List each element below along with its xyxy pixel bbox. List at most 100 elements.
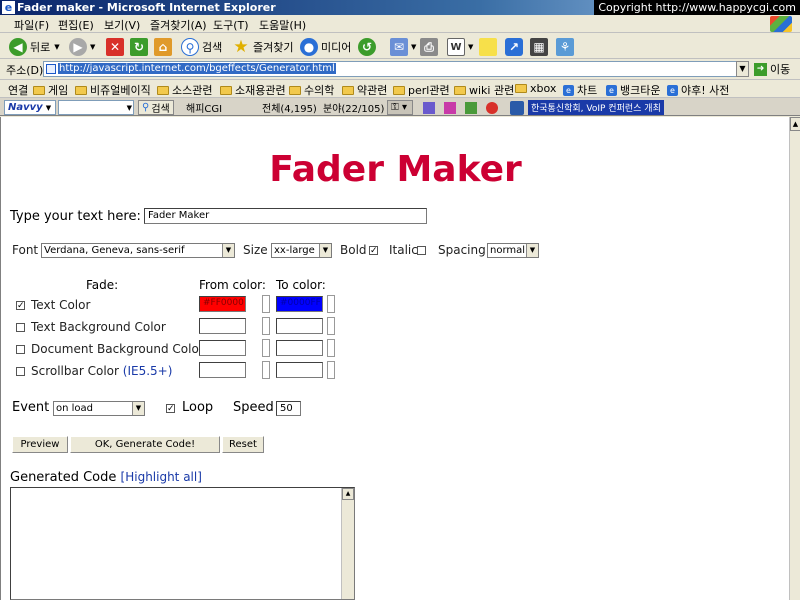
scroll-up-icon[interactable]: ▲ <box>342 488 354 500</box>
search-button[interactable]: ⚲ 검색 <box>181 37 222 56</box>
link-folder[interactable]: 수의학 <box>289 82 334 98</box>
go-button[interactable]: ➜ 이동 <box>754 61 790 77</box>
size-select[interactable]: xx-large ▼ <box>271 243 332 258</box>
text-input[interactable]: Fader Maker <box>144 208 427 224</box>
highlight-all-link[interactable]: [Highlight all] <box>121 470 202 484</box>
mail-icon[interactable] <box>444 102 456 114</box>
from-color-input[interactable] <box>199 318 246 334</box>
folder-icon <box>33 85 45 95</box>
address-input[interactable]: http://javascript.internet.com/bgeffects… <box>43 61 748 77</box>
doc-bg-color-checkbox[interactable] <box>16 345 25 354</box>
textarea-scrollbar[interactable]: ▲ <box>341 488 354 599</box>
generated-code-textarea[interactable]: ▲ <box>10 487 355 600</box>
from-color-input[interactable] <box>199 362 246 378</box>
ie-page-icon: e <box>606 84 617 96</box>
back-button[interactable]: ◀ 뒤로 ▼ <box>9 37 60 56</box>
speed-label: Speed <box>233 400 274 415</box>
navvy-ticker[interactable]: 한국통신학회, VoIP 컨퍼런스 개최 <box>528 100 664 115</box>
scrollbar-color-checkbox[interactable] <box>16 367 25 376</box>
navvy-search-input[interactable]: ▼ <box>58 100 134 115</box>
page-scrollbar[interactable]: ▲ <box>789 117 800 600</box>
menu-tools[interactable]: 도구(T) <box>213 17 249 33</box>
forward-button[interactable]: ▶ ▼ <box>69 37 95 56</box>
to-color-input[interactable] <box>276 362 323 378</box>
favorites-button[interactable]: ★ 즐겨찾기 <box>232 37 293 56</box>
to-color-picker[interactable] <box>327 339 335 357</box>
menu-help[interactable]: 도움말(H) <box>259 17 306 33</box>
text-color-checkbox[interactable]: ✓ <box>16 301 25 311</box>
key-icon[interactable]: ⚿ ▾ <box>387 100 413 115</box>
from-color-picker[interactable] <box>262 295 270 313</box>
address-dropdown-icon[interactable]: ▼ <box>736 61 749 77</box>
navvy-category[interactable]: 분야(22/105) <box>323 100 384 115</box>
chevron-down-icon: ▼ <box>319 244 331 257</box>
preview-button[interactable]: Preview <box>12 436 68 453</box>
event-label: Event <box>12 400 50 415</box>
from-color-input[interactable]: #FF0000 <box>199 296 246 312</box>
link-page[interactable]: e 뱅크타운 <box>606 82 660 98</box>
font-label: Font <box>12 243 39 257</box>
mail-button[interactable]: ✉ ▼ <box>390 37 416 56</box>
reset-button[interactable]: Reset <box>222 436 264 453</box>
print-button[interactable]: ⎙ <box>420 37 441 56</box>
link-folder[interactable]: perl관련 <box>393 82 450 98</box>
link-folder[interactable]: 게임 <box>33 82 68 98</box>
search-icon: ⚲ <box>142 102 150 113</box>
stop-button[interactable]: ✕ <box>106 37 127 56</box>
from-color-input[interactable] <box>199 340 246 356</box>
navvy-site[interactable]: 해피CGI <box>186 100 222 115</box>
to-color-picker[interactable] <box>327 317 335 335</box>
spacing-select[interactable]: normal ▼ <box>487 243 539 258</box>
link-folder[interactable]: xbox <box>515 82 556 95</box>
note-button[interactable] <box>479 37 500 56</box>
bookmark-icon[interactable] <box>423 102 435 114</box>
font-select[interactable]: Verdana, Geneva, sans-serif ▼ <box>41 243 235 258</box>
media-button[interactable]: ● 미디어 <box>300 37 351 56</box>
to-color-input[interactable] <box>276 340 323 356</box>
to-color-input[interactable]: #0000FF <box>276 296 323 312</box>
to-color-input[interactable] <box>276 318 323 334</box>
menu-file[interactable]: 파일(F) <box>14 17 49 33</box>
text-bg-color-checkbox[interactable] <box>16 323 25 332</box>
italic-checkbox[interactable] <box>417 246 426 255</box>
to-color-picker[interactable] <box>327 295 335 313</box>
scroll-up-icon[interactable]: ▲ <box>790 117 800 131</box>
loop-checkbox[interactable]: ✓ <box>166 404 175 414</box>
network-button[interactable]: ⚘ <box>556 37 577 56</box>
media-label: 미디어 <box>321 40 352 54</box>
menu-edit[interactable]: 편집(E) <box>58 17 94 33</box>
stop-icon[interactable] <box>486 102 498 114</box>
link-page[interactable]: e 차트 <box>563 82 597 98</box>
from-color-picker[interactable] <box>262 317 270 335</box>
user-icon[interactable] <box>510 101 524 115</box>
navvy-total[interactable]: 전체(4,195) <box>262 100 317 115</box>
messenger-button[interactable]: ↗ <box>505 37 526 56</box>
menu-favorites[interactable]: 즐겨찾기(A) <box>150 17 207 33</box>
folder-icon <box>393 85 405 95</box>
link-folder[interactable]: 비쥬얼베이직 <box>75 82 151 98</box>
from-color-picker[interactable] <box>262 339 270 357</box>
italic-label: Italic <box>389 243 418 257</box>
chart-button[interactable]: ▦ <box>530 37 551 56</box>
navvy-search-button[interactable]: ⚲ 검색 <box>138 100 174 115</box>
link-folder[interactable]: 소재용관련 <box>220 82 286 98</box>
link-folder[interactable]: wiki 관련 <box>454 82 514 98</box>
link-page[interactable]: e 야후! 사전 <box>667 82 729 98</box>
edit-button[interactable]: W ▼ <box>447 37 473 56</box>
generate-code-button[interactable]: OK, Generate Code! <box>70 436 220 453</box>
menu-view[interactable]: 보기(V) <box>104 17 140 33</box>
to-color-picker[interactable] <box>327 361 335 379</box>
speed-input[interactable]: 50 <box>276 401 301 416</box>
link-folder[interactable]: 약관련 <box>342 82 387 98</box>
tools-icon[interactable] <box>465 102 477 114</box>
home-icon: ⌂ <box>154 37 172 56</box>
refresh-button[interactable]: ↻ <box>130 37 151 56</box>
history-button[interactable]: ↺ <box>358 37 379 56</box>
link-folder[interactable]: 소스관련 <box>157 82 212 98</box>
event-select[interactable]: on load ▼ <box>53 401 145 416</box>
bold-checkbox[interactable]: ✓ <box>369 246 378 256</box>
home-button[interactable]: ⌂ <box>154 37 175 56</box>
size-select-value: xx-large <box>274 245 315 256</box>
navvy-brand[interactable]: Navvy ▼ <box>4 100 56 115</box>
from-color-picker[interactable] <box>262 361 270 379</box>
